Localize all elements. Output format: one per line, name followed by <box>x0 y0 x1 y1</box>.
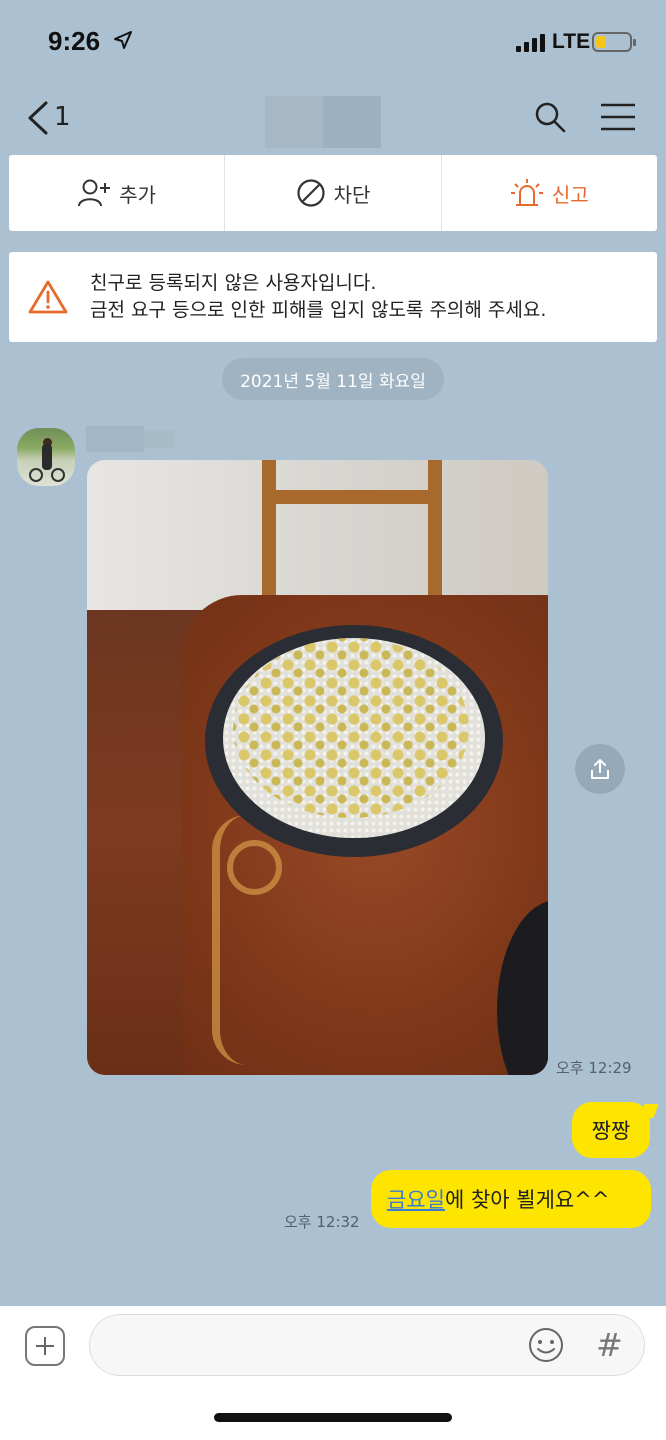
message-text: 에 찾아 뵐게요^^ <box>444 1188 610 1212</box>
menu-icon[interactable] <box>600 102 636 132</box>
date-divider: 2021년 5월 11일 화요일 <box>222 358 444 400</box>
friend-action-bar: 추가 차단 신고 <box>9 155 657 231</box>
emoji-icon[interactable] <box>527 1326 565 1364</box>
date-link[interactable]: 금요일 <box>387 1184 445 1214</box>
photo-message[interactable] <box>87 460 548 1075</box>
battery-level <box>596 36 606 48</box>
location-arrow-icon <box>114 31 132 49</box>
plus-icon <box>36 1337 54 1355</box>
message-time: 오후 12:32 <box>284 1213 360 1231</box>
attach-button[interactable] <box>25 1326 65 1366</box>
report-siren-icon <box>510 179 543 206</box>
chat-title-redacted <box>265 96 381 148</box>
stranger-warning-banner: 친구로 등록되지 않은 사용자입니다. 금전 요구 등으로 인한 피해를 입지 … <box>9 252 657 342</box>
search-icon[interactable] <box>533 100 567 134</box>
share-button[interactable] <box>575 744 625 794</box>
sender-name-redacted <box>86 426 174 452</box>
signal-icon <box>516 34 545 52</box>
block-icon <box>296 179 325 207</box>
chat-header: 1 <box>0 92 666 148</box>
block-label: 차단 <box>333 182 371 207</box>
share-icon <box>591 759 609 779</box>
add-friend-button[interactable]: 추가 <box>9 155 224 231</box>
warning-icon <box>28 280 68 314</box>
home-indicator <box>214 1413 452 1422</box>
warning-line-2: 금전 요구 등으로 인한 피해를 입지 않도록 주의해 주세요. <box>90 299 547 321</box>
status-time: 9:26 <box>48 26 101 56</box>
report-label: 신고 <box>551 182 589 207</box>
status-bar: 9:26 LTE <box>0 0 666 80</box>
block-button[interactable]: 차단 <box>224 155 440 231</box>
report-button[interactable]: 신고 <box>440 155 657 231</box>
message-text: 짱짱 <box>591 1119 631 1143</box>
network-type: LTE <box>552 30 591 53</box>
battery-icon <box>592 32 636 52</box>
unread-count[interactable]: 1 <box>54 102 71 132</box>
avatar[interactable] <box>17 428 75 486</box>
add-friend-label: 추가 <box>119 182 157 207</box>
warning-line-1: 친구로 등록되지 않은 사용자입니다. <box>90 272 377 294</box>
outgoing-message-bubble[interactable]: 짱짱 <box>572 1102 650 1158</box>
message-time: 오후 12:29 <box>556 1059 632 1077</box>
warning-text: 친구로 등록되지 않은 사용자입니다. 금전 요구 등으로 인한 피해를 입지 … <box>90 270 546 324</box>
back-icon[interactable] <box>24 100 52 136</box>
hashtag-search-button[interactable]: # <box>596 1326 623 1364</box>
outgoing-message-bubble[interactable]: 금요일 에 찾아 뵐게요^^ <box>371 1170 651 1228</box>
add-friend-icon <box>78 179 111 207</box>
